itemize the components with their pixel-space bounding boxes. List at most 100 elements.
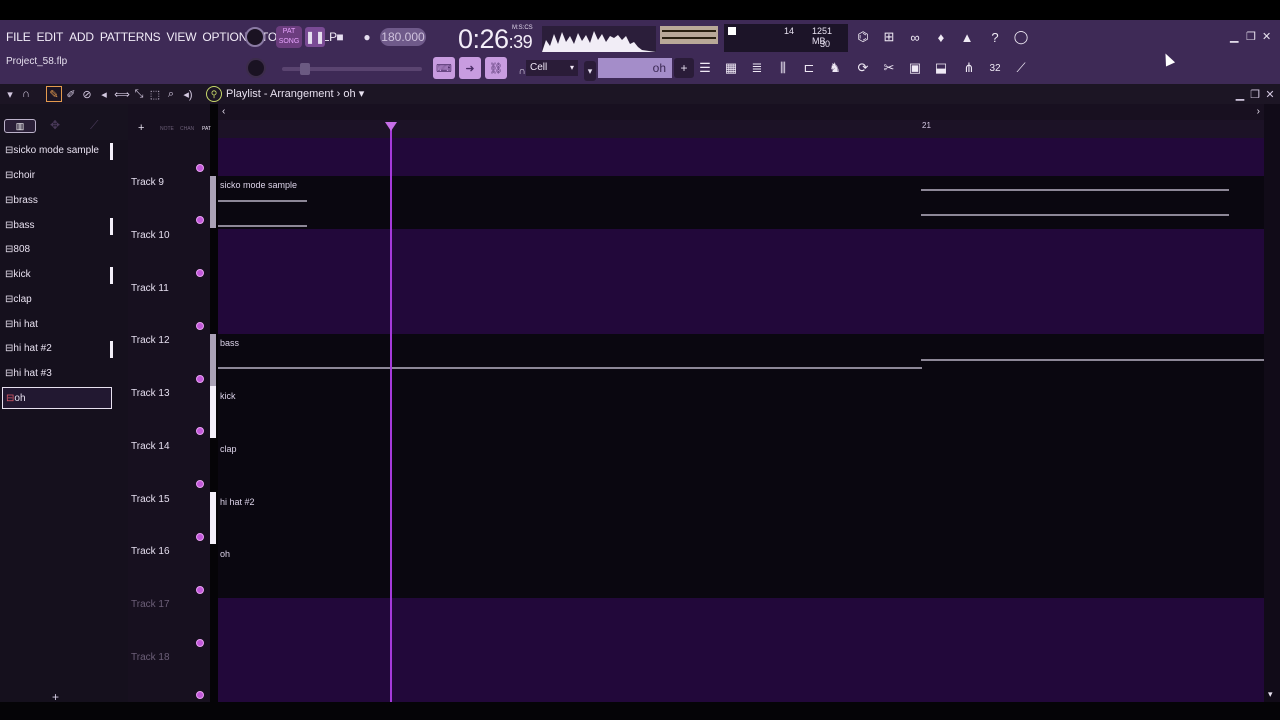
timeline-ruler[interactable]: ‹ › 21 [218, 104, 1264, 138]
link-icon[interactable]: ⛓ [485, 57, 507, 79]
track-mute-dot[interactable] [196, 691, 204, 699]
pattern-item[interactable]: ⊟kick [2, 264, 113, 286]
pattern-item[interactable]: ⊟hi hat #3 [2, 363, 112, 385]
step-edit-icon[interactable]: ➜ [459, 57, 481, 79]
lane-track-9[interactable] [218, 176, 1264, 229]
pattern-item-selected[interactable]: ⊟oh [2, 387, 112, 409]
tab-note[interactable]: NOTE [160, 126, 174, 132]
playhead-marker[interactable] [385, 122, 397, 131]
pat-song-toggle[interactable]: PAT SONG [276, 26, 302, 48]
save-icon[interactable]: ▣ [904, 57, 926, 79]
cut-icon[interactable]: ✂ [878, 57, 900, 79]
playlist-grid[interactable]: sicko mode sample bass kick clap hi hat … [218, 138, 1264, 702]
stop-button[interactable]: ■ [330, 27, 350, 47]
mixer-icon[interactable]: ⫼ [772, 57, 794, 79]
pattern-item[interactable]: ⊟808 [2, 239, 112, 261]
tuning-icon[interactable]: ⋔ [958, 57, 980, 79]
microphone-icon[interactable]: ♦ [930, 26, 952, 48]
render-icon[interactable]: ⬓ [930, 57, 952, 79]
browser-icon[interactable]: ♞ [824, 57, 846, 79]
pattern-item[interactable]: ⊟hi hat #2 [2, 338, 113, 360]
track-mute-dot[interactable] [196, 164, 204, 172]
menu-patterns[interactable]: PATTERNS [100, 30, 161, 44]
track-mute-dot[interactable] [196, 586, 204, 594]
lane-track-16[interactable] [218, 545, 1264, 598]
channel-rack-icon[interactable]: ≣ [746, 57, 768, 79]
magnet-icon[interactable]: ∩ [18, 86, 34, 102]
track-mute-dot[interactable] [196, 639, 204, 647]
piano-keys-icon[interactable]: ▥ [4, 119, 36, 133]
loop-icon[interactable]: ⟳ [852, 57, 874, 79]
track-mute-dot[interactable] [196, 375, 204, 383]
playlist-minimize-icon[interactable]: ▁ [1234, 86, 1246, 102]
chat-icon[interactable]: ◯ [1010, 26, 1032, 48]
scroll-left-icon[interactable]: ‹ [222, 106, 225, 117]
lane-track-15[interactable] [218, 493, 1264, 546]
playlist-menu-arrow-icon[interactable]: ▾ [4, 86, 16, 102]
menu-file[interactable]: FILE [6, 30, 31, 44]
track-mute-dot[interactable] [196, 427, 204, 435]
restore-icon[interactable]: ❐ [1246, 30, 1256, 43]
close-icon[interactable]: ✕ [1262, 30, 1271, 43]
add-pattern-button[interactable]: + [674, 58, 694, 78]
mute-tool-icon[interactable]: ◂ [96, 86, 112, 102]
tempo-display[interactable]: 180.000 [380, 28, 426, 46]
piano-roll-icon[interactable]: ▦ [720, 57, 742, 79]
pattern-item[interactable]: ⊟brass [2, 190, 112, 212]
playlist-icon[interactable]: ☰ [694, 57, 716, 79]
add-icon[interactable]: + [138, 122, 144, 134]
snap-dropdown[interactable]: Cell ▾ [526, 60, 578, 76]
chevron-down-icon[interactable]: ▾ [359, 88, 365, 100]
track-mute-dot[interactable] [196, 533, 204, 541]
scroll-right-icon[interactable]: › [1257, 106, 1260, 117]
pause-button[interactable]: ❚❚ [305, 27, 325, 47]
online-news-icon[interactable]: ⌬ [852, 26, 874, 48]
slice-tool-icon[interactable]: ⬚ [148, 86, 162, 102]
pattern-clip[interactable]: clap [218, 440, 308, 493]
pattern-dropdown-icon[interactable]: ▾ [584, 61, 596, 81]
master-pitch-slider[interactable] [282, 63, 422, 75]
slip-tool-icon[interactable]: ⟺ [114, 86, 130, 102]
master-volume-knob[interactable] [245, 27, 265, 47]
tab-chan[interactable]: CHAN [180, 126, 194, 132]
lane-track-14[interactable] [218, 440, 1264, 493]
link-midi-icon[interactable]: ∞ [904, 26, 926, 48]
draw-tool-icon[interactable]: ✎ [46, 86, 62, 102]
delete-tool-icon[interactable]: ⊘ [80, 86, 94, 102]
playback-tool-icon[interactable]: ◂) [180, 86, 196, 102]
track-mute-dot[interactable] [196, 322, 204, 330]
track-mute-dot[interactable] [196, 216, 204, 224]
pattern-item[interactable]: ⊟sicko mode sample [2, 140, 113, 162]
paint-tool-icon[interactable]: ✐ [64, 86, 78, 102]
playhead[interactable] [390, 122, 392, 702]
pattern-clip[interactable]: sicko mode sample [218, 176, 308, 229]
lane-track-13[interactable] [218, 387, 1264, 440]
track-mute-dot[interactable] [196, 480, 204, 488]
playlist-maximize-icon[interactable]: ❐ [1249, 86, 1261, 102]
minimize-icon[interactable]: ▁ [1230, 30, 1238, 43]
record-button[interactable]: ● [357, 27, 377, 47]
pattern-item[interactable]: ⊟choir [2, 165, 112, 187]
pattern-item[interactable]: ⊟bass [2, 215, 113, 237]
bit-icon[interactable]: 32 [984, 57, 1006, 79]
select-tool-icon[interactable]: ⤡ [132, 86, 146, 102]
edison-icon[interactable]: ⟋ [1010, 57, 1032, 79]
browser-arrows-icon[interactable]: ✥ [50, 118, 60, 132]
menu-view[interactable]: VIEW [166, 30, 196, 44]
menu-add[interactable]: ADD [69, 30, 94, 44]
track-mute-dot[interactable] [196, 269, 204, 277]
master-pitch-knob[interactable] [246, 58, 266, 78]
browser-pencil-icon[interactable]: ⟋ [90, 118, 98, 133]
pattern-item[interactable]: ⊟hi hat [2, 314, 112, 336]
pattern-item[interactable]: ⊟clap [2, 289, 112, 311]
menu-edit[interactable]: EDIT [37, 30, 64, 44]
scroll-down-icon[interactable]: ▾ [1268, 689, 1273, 700]
hat-icon[interactable]: ▲ [956, 26, 978, 48]
playlist-close-icon[interactable]: ✕ [1264, 86, 1276, 102]
tab-pat[interactable]: PAT [202, 126, 211, 132]
plugin-picker-icon[interactable]: ⊞ [878, 26, 900, 48]
channel-rack-alt-icon[interactable]: ⊏ [798, 57, 820, 79]
typing-keyboard-icon[interactable]: ⌨ [433, 57, 455, 79]
vertical-scrollbar[interactable]: ▾ [1264, 104, 1280, 702]
slider-handle[interactable] [300, 63, 310, 75]
